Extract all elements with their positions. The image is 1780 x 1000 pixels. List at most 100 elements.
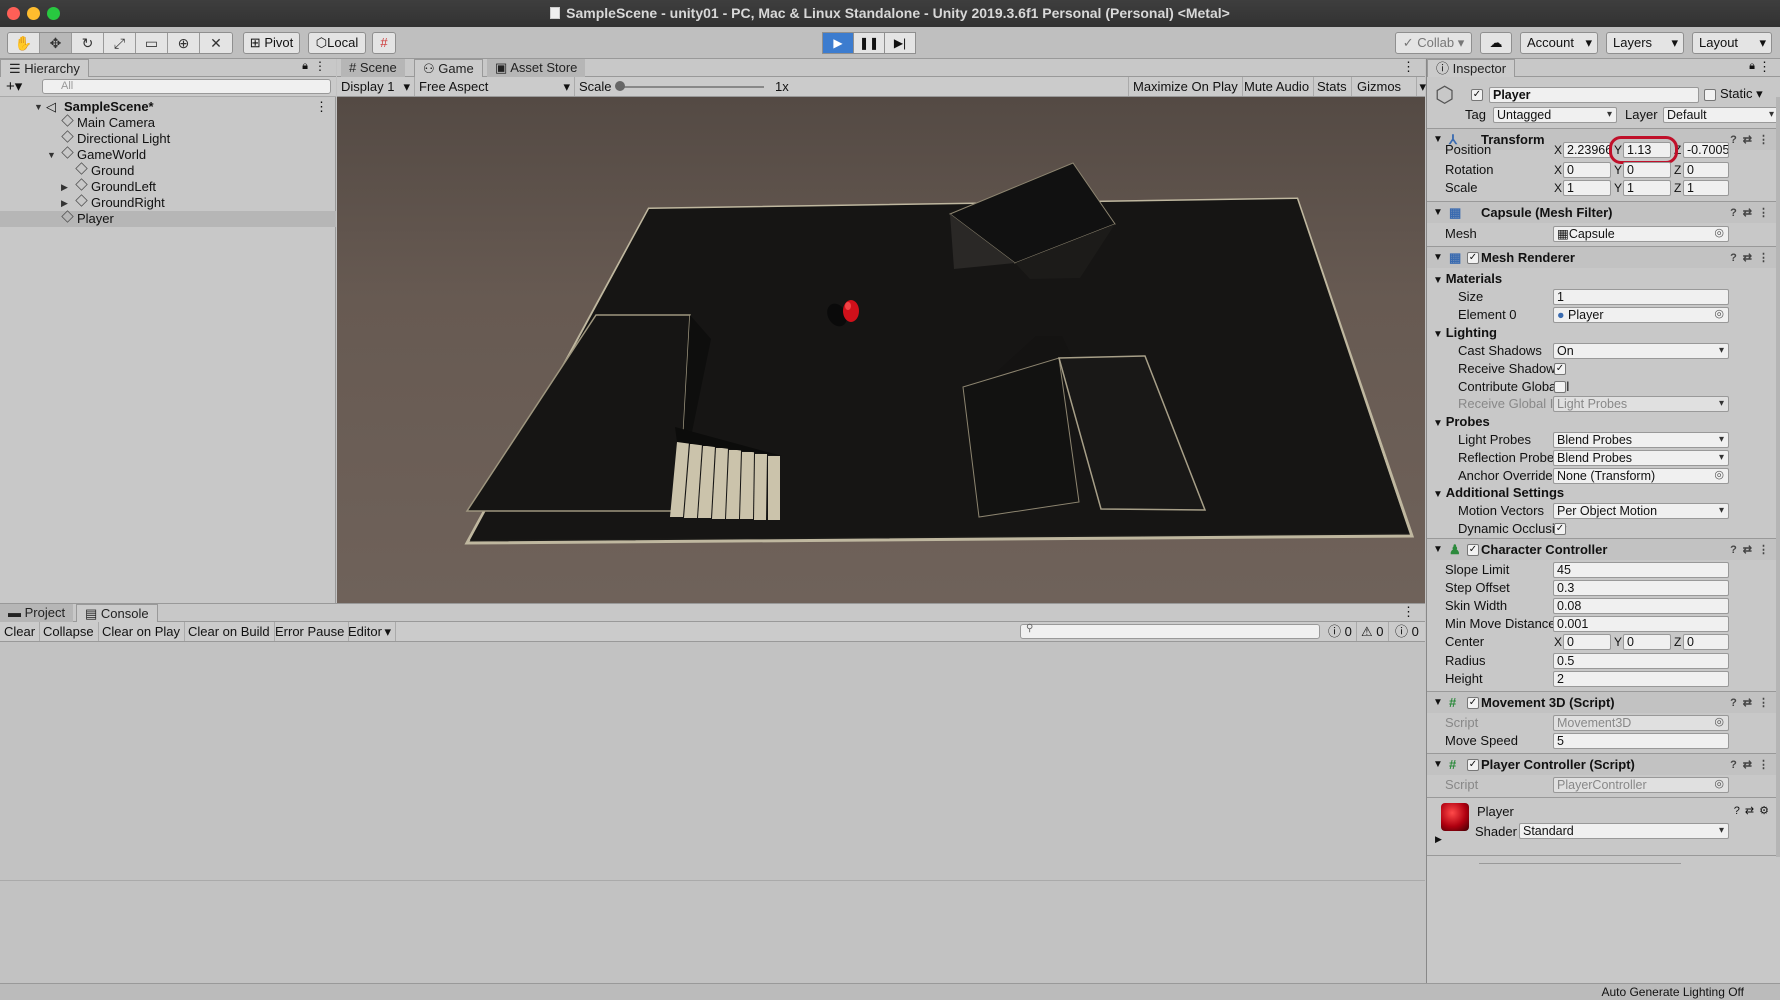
hierarchy-item-selected[interactable]: Player <box>0 210 336 227</box>
hierarchy-item[interactable]: Directional Light <box>0 130 336 147</box>
panel-menu-icon[interactable]: ⋮ <box>314 59 326 73</box>
movement3d-enabled-checkbox[interactable]: ✓ <box>1467 697 1479 709</box>
fold-triangle-icon[interactable]: ▼ <box>1433 754 1443 776</box>
add-component-button[interactable] <box>1479 863 1681 869</box>
collapse-triangle-icon[interactable]: ▶ <box>61 195 71 211</box>
static-dropdown[interactable]: Static ▾ <box>1720 86 1763 102</box>
layers-dropdown[interactable]: Layers ▾ <box>1606 32 1684 54</box>
center-z-field[interactable]: 0 <box>1683 634 1729 650</box>
stats-toggle[interactable]: Stats <box>1313 77 1352 96</box>
mesh-renderer-enabled-checkbox[interactable]: ✓ <box>1467 252 1479 264</box>
collapse-toggle[interactable]: Collapse <box>39 622 99 641</box>
active-checkbox[interactable]: ✓ <box>1471 89 1483 101</box>
lock-icon[interactable]: 🔒︎ <box>302 60 308 73</box>
rect-icon[interactable]: ▭ <box>136 33 168 53</box>
tab-asset-store[interactable]: ▣ Asset Store <box>487 59 586 77</box>
gizmos-dropdown[interactable]: Gizmos ▾ <box>1353 77 1426 96</box>
materials-size-field[interactable]: 1 <box>1553 289 1729 305</box>
mesh-filter-header[interactable]: ▼ ▦ Capsule (Mesh Filter) ?⇄⋮ <box>1427 201 1780 223</box>
clear-on-build-toggle[interactable]: Clear on Build <box>184 622 275 641</box>
fold-triangle-icon[interactable]: ▼ <box>1433 692 1443 714</box>
expand-triangle-icon[interactable]: ▼ <box>47 147 57 163</box>
tag-dropdown[interactable]: Untagged <box>1493 107 1617 123</box>
mesh-field[interactable]: ▦Capsule <box>1553 226 1729 242</box>
fold-triangle-icon[interactable]: ▼ <box>1433 202 1443 224</box>
min-move-distance-field[interactable]: 0.001 <box>1553 616 1729 632</box>
scale-y-field[interactable]: 1 <box>1623 180 1671 196</box>
mesh-renderer-header[interactable]: ▼ ▦ ✓ Mesh Renderer ?⇄⋮ <box>1427 246 1780 268</box>
radius-field[interactable]: 0.5 <box>1553 653 1729 669</box>
rotate-icon[interactable]: ↻ <box>72 33 104 53</box>
aspect-dropdown[interactable]: Free Aspect ▾ <box>415 77 575 96</box>
hierarchy-item[interactable]: ▶ GroundLeft <box>0 178 336 195</box>
position-x-field[interactable]: 2.23966 <box>1563 142 1611 158</box>
height-field[interactable]: 2 <box>1553 671 1729 687</box>
layout-dropdown[interactable]: Layout ▾ <box>1692 32 1772 54</box>
player-sphere[interactable] <box>843 300 859 322</box>
rotation-y-field[interactable]: 0 <box>1623 162 1671 178</box>
fold-triangle-icon[interactable]: ▶ <box>1435 834 1442 845</box>
display-dropdown[interactable]: Display 1 ▾ <box>337 77 415 96</box>
step-icon[interactable]: ▶| <box>884 32 916 54</box>
fold-triangle-icon[interactable]: ▼ <box>1433 247 1443 269</box>
tab-scene[interactable]: # Scene <box>341 59 405 77</box>
zoom-window-button[interactable] <box>47 7 60 20</box>
tab-game[interactable]: ⚇ Game <box>414 59 483 77</box>
hierarchy-search-input[interactable]: All <box>42 79 331 94</box>
console-divider[interactable] <box>0 880 1425 881</box>
skin-width-field[interactable]: 0.08 <box>1553 598 1729 614</box>
collapse-triangle-icon[interactable]: ▶ <box>61 179 71 195</box>
maximize-on-play-toggle[interactable]: Maximize On Play <box>1128 77 1243 96</box>
local-button[interactable]: ⬡Local <box>308 32 366 54</box>
light-probes-dropdown[interactable]: Blend Probes <box>1553 432 1729 448</box>
scale-x-field[interactable]: 1 <box>1563 180 1611 196</box>
anchor-override-field[interactable]: None (Transform) <box>1553 468 1729 484</box>
hierarchy-item[interactable]: ▼ GameWorld <box>0 146 336 163</box>
create-icon[interactable]: +▾ <box>6 77 22 95</box>
hierarchy-item[interactable]: Ground <box>0 162 336 179</box>
player-controller-enabled-checkbox[interactable]: ✓ <box>1467 759 1479 771</box>
component-menu-icons[interactable]: ?⇄⋮ <box>1730 692 1775 714</box>
character-controller-enabled-checkbox[interactable]: ✓ <box>1467 544 1479 556</box>
component-menu-icons[interactable]: ?⇄⋮ <box>1730 539 1775 561</box>
player-controller-header[interactable]: ▼ # ✓ Player Controller (Script) ?⇄⋮ <box>1427 753 1780 775</box>
material-menu-icons[interactable]: ?⇄⚙ <box>1734 804 1774 817</box>
contribute-gi-checkbox[interactable] <box>1554 381 1566 393</box>
clear-on-play-toggle[interactable]: Clear on Play <box>98 622 186 641</box>
mute-audio-toggle[interactable]: Mute Audio <box>1240 77 1315 96</box>
position-z-field[interactable]: -0.7005 <box>1683 142 1729 158</box>
object-name-field[interactable]: Player <box>1489 87 1699 103</box>
minimize-window-button[interactable] <box>27 7 40 20</box>
pause-icon[interactable]: ❚❚ <box>853 32 885 54</box>
collab-button[interactable]: ✓ Collab ▾ <box>1395 32 1472 54</box>
hierarchy-item[interactable]: Main Camera <box>0 114 336 131</box>
rotation-x-field[interactable]: 0 <box>1563 162 1611 178</box>
cast-shadows-dropdown[interactable]: On <box>1553 343 1729 359</box>
shader-dropdown[interactable]: Standard <box>1519 823 1729 839</box>
account-dropdown[interactable]: Account ▾ <box>1520 32 1598 54</box>
step-offset-field[interactable]: 0.3 <box>1553 580 1729 596</box>
warning-count-toggle[interactable]: ⚠ 0 <box>1357 622 1389 641</box>
scale-slider-track[interactable] <box>619 86 764 88</box>
fold-triangle-icon[interactable]: ▼ <box>1433 539 1443 561</box>
custom-tool-icon[interactable]: ✕ <box>200 33 232 53</box>
scene-row[interactable]: ▼ ◁ SampleScene* ⋮ <box>0 99 336 115</box>
additional-settings-foldout[interactable]: ▼ Additional Settings <box>1433 484 1564 502</box>
probes-foldout[interactable]: ▼ Probes <box>1433 413 1490 431</box>
motion-vectors-dropdown[interactable]: Per Object Motion <box>1553 503 1729 519</box>
tab-console[interactable]: ▤ Console <box>76 604 158 622</box>
pivot-button[interactable]: ⊞ Pivot <box>243 32 300 54</box>
error-pause-toggle[interactable]: Error Pause <box>271 622 350 641</box>
component-menu-icons[interactable]: ?⇄⋮ <box>1730 754 1775 776</box>
transform-icon[interactable]: ⊕ <box>168 33 200 53</box>
receive-shadows-checkbox[interactable]: ✓ <box>1554 363 1566 375</box>
panel-menu-icon[interactable]: ⋮ <box>1758 59 1771 75</box>
cloud-icon[interactable]: ☁ <box>1480 32 1512 54</box>
layer-dropdown[interactable]: Default <box>1663 107 1779 123</box>
material-preview-icon[interactable] <box>1441 803 1469 831</box>
console-search-input[interactable] <box>1020 624 1320 639</box>
tab-project[interactable]: ▬ Project <box>0 604 74 622</box>
dynamic-occlusion-checkbox[interactable]: ✓ <box>1554 523 1566 535</box>
hierarchy-item[interactable]: ▶ GroundRight <box>0 194 336 211</box>
scale-slider-thumb[interactable] <box>615 81 625 91</box>
